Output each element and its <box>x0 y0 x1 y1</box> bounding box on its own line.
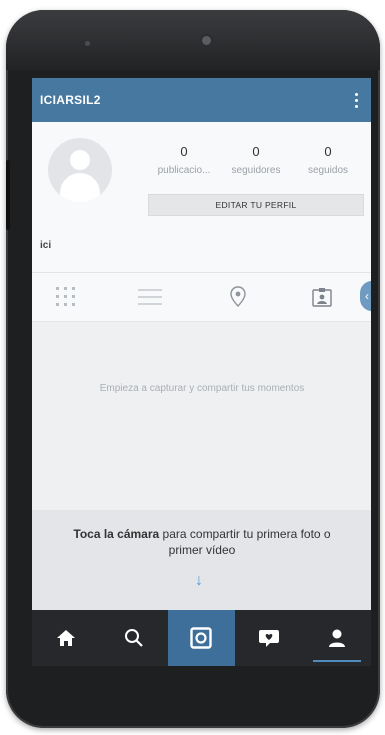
camera-hint-rest: para compartir tu primera foto o primer … <box>159 527 331 557</box>
location-pin-icon[interactable] <box>224 283 252 311</box>
camera-hint-bold: Toca la cámara <box>73 527 160 541</box>
down-arrow-icon: ↓ <box>195 572 203 589</box>
phone-top-bezel <box>6 10 380 70</box>
home-icon[interactable] <box>32 610 100 666</box>
list-icon[interactable] <box>136 283 164 311</box>
phone-sensor <box>85 41 90 46</box>
stat-following-count: 0 <box>324 144 332 159</box>
stat-posts-count: 0 <box>180 144 188 159</box>
edit-profile-button[interactable]: EDITAR TU PERFIL <box>148 194 364 216</box>
camera-icon[interactable] <box>167 610 236 666</box>
tagged-photo-icon[interactable] <box>308 283 336 311</box>
stat-following-label: seguidos <box>307 165 349 176</box>
profile-icon[interactable] <box>303 610 371 666</box>
app-bar: ICIARSIL2 <box>32 78 371 122</box>
phone-front-camera <box>202 36 211 45</box>
camera-hint-panel: Toca la cámara para compartir tu primera… <box>32 510 371 610</box>
profile-username: ici <box>40 240 52 251</box>
app-bar-title: ICIARSIL2 <box>40 93 101 107</box>
activity-icon[interactable] <box>235 610 303 666</box>
profile-view-tabs: ‹ <box>32 272 371 322</box>
app-screen: ICIARSIL2 0 publicacio... 0 seguidores 0… <box>32 78 371 666</box>
stat-posts[interactable]: 0 publicacio... <box>148 144 220 176</box>
bottom-nav <box>32 610 371 666</box>
camera-hint-text: Toca la cámara para compartir tu primera… <box>72 526 332 558</box>
profile-stats: 0 publicacio... 0 seguidores 0 seguidos <box>148 144 364 176</box>
phone-side-button <box>6 160 10 230</box>
grid-icon[interactable] <box>52 283 80 311</box>
empty-state-message: Empieza a capturar y compartir tus momen… <box>99 383 305 394</box>
search-icon[interactable] <box>100 610 168 666</box>
stat-followers-count: 0 <box>252 144 260 159</box>
avatar[interactable] <box>48 138 112 202</box>
kebab-menu-icon[interactable] <box>345 85 367 115</box>
side-drawer-handle[interactable]: ‹ <box>360 281 371 311</box>
stat-followers-label: seguidores <box>231 165 281 176</box>
profile-header: 0 publicacio... 0 seguidores 0 seguidos … <box>32 122 371 272</box>
phone-frame: ICIARSIL2 0 publicacio... 0 seguidores 0… <box>6 10 380 728</box>
stat-posts-label: publicacio... <box>157 165 211 176</box>
stat-following[interactable]: 0 seguidos <box>292 144 364 176</box>
stat-followers[interactable]: 0 seguidores <box>220 144 292 176</box>
